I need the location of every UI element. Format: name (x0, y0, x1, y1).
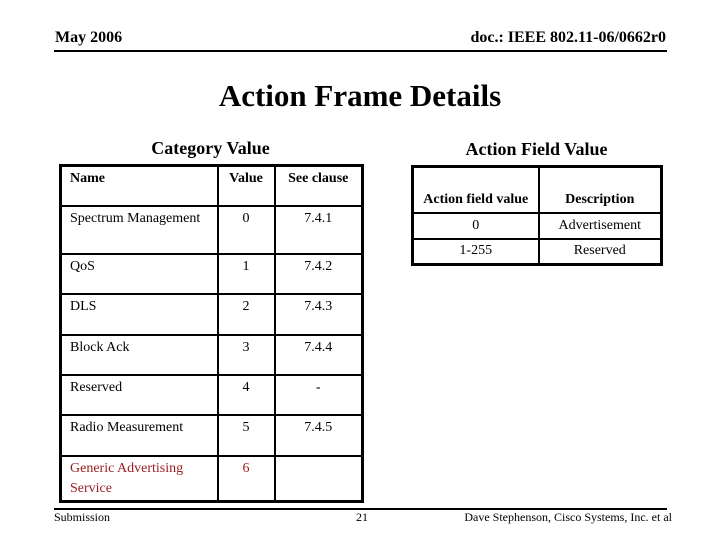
action-table-title: Action Field Value (465, 139, 608, 159)
column-header-value: Value (216, 164, 276, 207)
table-row: Block Ack 3 7.4.4 (59, 333, 364, 376)
cell-clause: 7.4.2 (273, 252, 364, 295)
column-header-name: Name (59, 164, 219, 207)
cell-action-value: 1-255 (411, 237, 540, 266)
cell-clause (273, 454, 364, 503)
cell-clause: 7.4.1 (273, 204, 364, 255)
cell-clause: - (273, 373, 364, 416)
table-row: DLS 2 7.4.3 (59, 292, 364, 336)
header-doc-id: doc.: IEEE 802.11-06/0662r0 (470, 29, 666, 46)
header-divider (54, 50, 667, 52)
cell-name: Reserved (59, 373, 219, 416)
header-date: May 2006 (55, 29, 123, 46)
table-row: Radio Measurement 5 7.4.5 (59, 413, 364, 457)
cell-clause: 7.4.4 (273, 333, 364, 376)
category-value-table: Name Value See clause Spectrum Managemen… (59, 164, 364, 503)
table-row: 1-255 Reserved (411, 237, 663, 266)
cell-name: QoS (59, 252, 219, 295)
cell-value: 6 (216, 454, 276, 503)
cell-name: DLS (59, 292, 219, 336)
action-field-value-table: Action field value Description 0 Adverti… (411, 165, 663, 266)
table-header-row: Action field value Description (411, 165, 663, 214)
cell-name: Radio Measurement (59, 413, 219, 457)
footer-page-number: 21 (356, 510, 368, 524)
column-header-clause: See clause (273, 164, 364, 207)
cell-value: 4 (216, 373, 276, 416)
slide-title: Action Frame Details (218, 78, 502, 113)
cell-name: Block Ack (59, 333, 219, 376)
cell-name: Spectrum Management (59, 204, 219, 255)
cell-value: 2 (216, 292, 276, 336)
column-header-action-field-value: Action field value (411, 165, 540, 214)
cell-name: Generic Advertising Service (59, 454, 219, 503)
column-header-description: Description (537, 165, 663, 214)
table-header-row: Name Value See clause (59, 164, 364, 207)
cell-value: 5 (216, 413, 276, 457)
footer-submission: Submission (54, 510, 111, 524)
table-row: Spectrum Management 0 7.4.1 (59, 204, 364, 255)
table-row-highlighted: Generic Advertising Service 6 (59, 454, 364, 503)
cell-value: 1 (216, 252, 276, 295)
table-row: QoS 1 7.4.2 (59, 252, 364, 295)
cell-clause: 7.4.5 (273, 413, 364, 457)
cell-value: 0 (216, 204, 276, 255)
cell-description: Advertisement (537, 211, 663, 240)
category-table-title: Category Value (151, 138, 270, 158)
table-row: 0 Advertisement (411, 211, 663, 240)
table-row: Reserved 4 - (59, 373, 364, 416)
cell-description: Reserved (537, 237, 663, 266)
cell-value: 3 (216, 333, 276, 376)
cell-action-value: 0 (411, 211, 540, 240)
cell-clause: 7.4.3 (273, 292, 364, 336)
footer-author: Dave Stephenson, Cisco Systems, Inc. et … (464, 510, 672, 524)
